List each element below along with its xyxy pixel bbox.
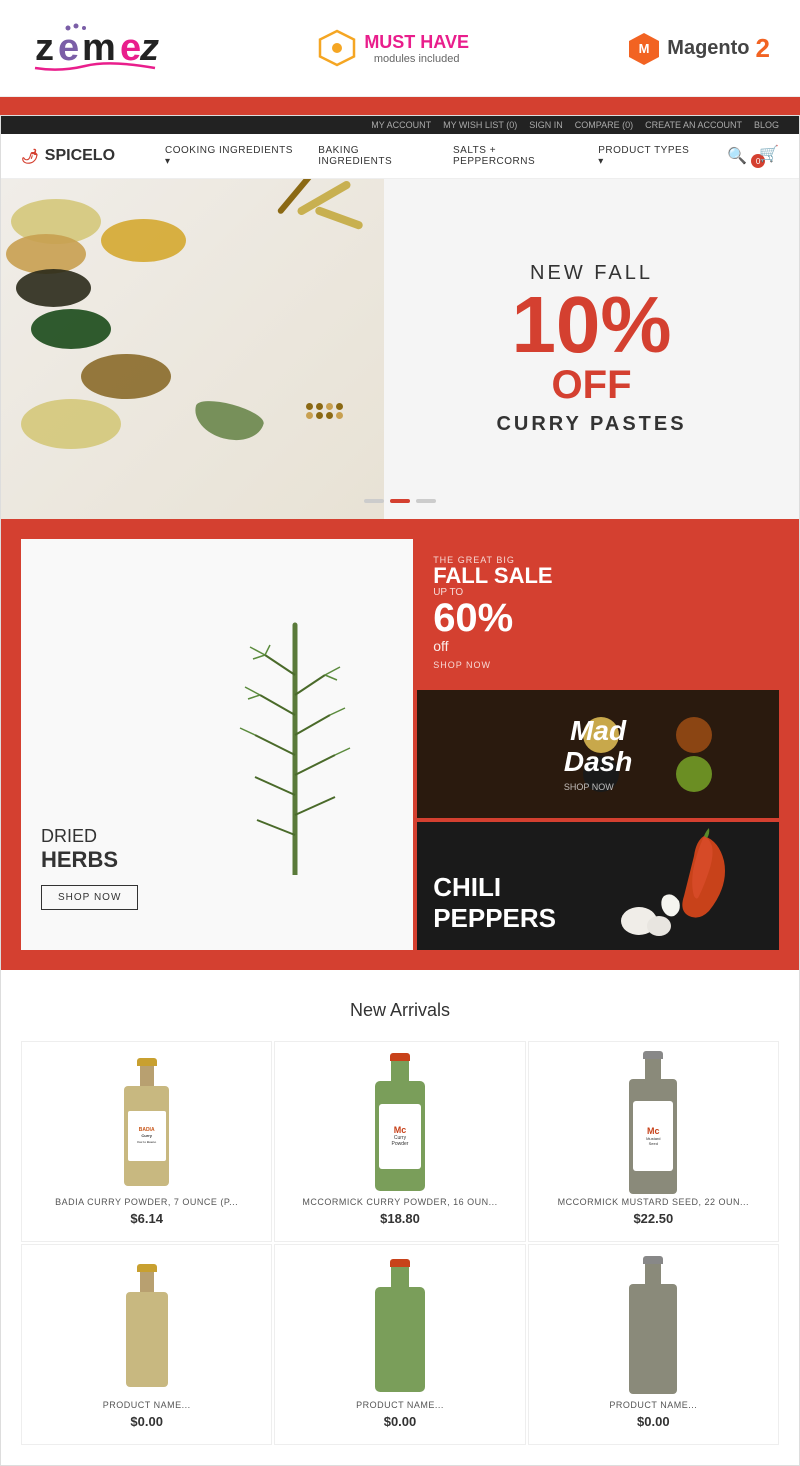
product-card-2[interactable]: Mc CurryPowder MCCORMICK CURRY POWDER, 1… xyxy=(274,1041,525,1242)
product-price-5: $0.00 xyxy=(290,1414,509,1429)
product-price-1: $6.14 xyxy=(37,1211,256,1226)
fall-sale-title: FALL SALE xyxy=(433,565,763,587)
hero-percent: 10% xyxy=(511,285,671,365)
fall-sale-promo[interactable]: THE GREAT BIG FALL SALE UP TO 60% off SH… xyxy=(417,539,779,686)
spice-circle-2 xyxy=(676,717,712,753)
dried-herbs-cta[interactable]: SHOP NOW xyxy=(41,885,138,910)
herb-decoration xyxy=(187,539,403,950)
products-grid-row1: BADIACurryCuz lo Bueno BADIA CURRY POWDE… xyxy=(21,1041,779,1242)
svg-text:z: z xyxy=(139,27,159,69)
promo-right: THE GREAT BIG FALL SALE UP TO 60% off SH… xyxy=(417,539,779,950)
product-image-5 xyxy=(290,1260,509,1390)
products-grid-row2: PRODUCT NAME... $0.00 PRODUCT NAME... $0… xyxy=(21,1244,779,1445)
product-image-4 xyxy=(37,1260,256,1390)
hero-spices-image xyxy=(1,179,384,519)
product-name-6: PRODUCT NAME... xyxy=(544,1400,763,1410)
product-price-6: $0.00 xyxy=(544,1414,763,1429)
search-icon[interactable]: 🔍 xyxy=(727,146,747,166)
zemes-logo[interactable]: z e m e z xyxy=(30,18,160,78)
nav-links: COOKING INGREDIENTS ▾ BAKING INGREDIENTS… xyxy=(165,145,697,167)
hero-text: NEW FALL 10% OFF CURRY PASTES xyxy=(384,222,799,476)
new-arrivals-title: New Arrivals xyxy=(21,1000,779,1021)
product-card-1[interactable]: BADIACurryCuz lo Bueno BADIA CURRY POWDE… xyxy=(21,1041,272,1242)
product-image-6 xyxy=(544,1260,763,1390)
fall-sale-percent: 60% xyxy=(433,598,763,638)
product-card-6[interactable]: PRODUCT NAME... $0.00 xyxy=(528,1244,779,1445)
topbar-sign-in[interactable]: SIGN IN xyxy=(529,120,563,130)
product-card-3[interactable]: Mc MustardSeed MCCORMICK MUSTARD SEED, 2… xyxy=(528,1041,779,1242)
store-logo[interactable]: 🌶 SPICELO xyxy=(21,147,115,165)
topbar-create-account[interactable]: CREATE AN ACCOUNT xyxy=(645,120,742,130)
bottle-5 xyxy=(375,1259,425,1392)
product-name-5: PRODUCT NAME... xyxy=(290,1400,509,1410)
hero-dot-3[interactable] xyxy=(416,499,436,503)
product-image-1: BADIACurryCuz lo Bueno xyxy=(37,1057,256,1187)
product-image-2: Mc CurryPowder xyxy=(290,1057,509,1187)
promo-section: DRIED HERBS SHOP NOW xyxy=(1,519,799,970)
hero-banner: NEW FALL 10% OFF CURRY PASTES xyxy=(1,179,799,519)
chili-text: CHILI PEPPERS xyxy=(433,872,556,934)
cart-icon[interactable]: 🛒 xyxy=(759,146,779,163)
product-price-4: $0.00 xyxy=(37,1414,256,1429)
topbar-my-account[interactable]: MY ACCOUNT xyxy=(371,120,431,130)
hero-off: OFF xyxy=(424,365,759,405)
hero-dots xyxy=(364,499,436,503)
product-card-4[interactable]: PRODUCT NAME... $0.00 xyxy=(21,1244,272,1445)
must-have-badge: MUST HAVE modules included xyxy=(318,29,469,67)
mad-dash-cta[interactable]: SHOP NOW xyxy=(564,782,632,792)
svg-text:z: z xyxy=(35,27,54,69)
bottle-4 xyxy=(126,1264,168,1387)
hero-dot-2[interactable] xyxy=(390,499,410,503)
new-arrivals-section: New Arrivals BADIACurryCuz lo Bueno xyxy=(1,970,799,1465)
magento-logo: M Magento 2 xyxy=(627,31,770,65)
hero-product: CURRY PASTES xyxy=(424,413,759,436)
product-name-2: MCCORMICK CURRY POWDER, 16 OUN... xyxy=(290,1197,509,1207)
chili-icon: 🌶 xyxy=(21,148,39,165)
svg-text:M: M xyxy=(639,41,650,56)
product-name-3: MCCORMICK MUSTARD SEED, 22 OUN... xyxy=(544,1197,763,1207)
bottle-3: Mc MustardSeed xyxy=(629,1051,677,1194)
chili-decoration xyxy=(588,822,769,950)
bottle-2: Mc CurryPowder xyxy=(375,1053,425,1191)
top-banner: z e m e z MUST HAVE modules included xyxy=(0,0,800,97)
topbar-blog[interactable]: BLOG xyxy=(754,120,779,130)
mad-dash-promo[interactable]: Mad Dash SHOP NOW xyxy=(417,690,779,818)
cart-wrapper[interactable]: 🛒 0 xyxy=(759,144,779,168)
bottle-6 xyxy=(629,1256,677,1394)
promo-grid: DRIED HERBS SHOP NOW xyxy=(21,539,779,950)
nav-salts[interactable]: SALTS + PEPPERCORNS xyxy=(453,145,580,167)
hero-dot-1[interactable] xyxy=(364,499,384,503)
store-wrapper: MY ACCOUNT MY WISH LIST (0) SIGN IN COMP… xyxy=(0,115,800,1466)
svg-text:e: e xyxy=(58,27,79,69)
chili-peppers-promo[interactable]: CHILI PEPPERS xyxy=(417,822,779,950)
fall-sale-cta[interactable]: SHOP NOW xyxy=(433,660,763,670)
product-name-1: BADIA CURRY POWDER, 7 OUNCE (P... xyxy=(37,1197,256,1207)
bottle-1: BADIACurryCuz lo Bueno xyxy=(124,1058,169,1186)
red-stripe xyxy=(0,97,800,115)
dried-herbs-title: DRIED HERBS xyxy=(41,826,138,873)
product-card-5[interactable]: PRODUCT NAME... $0.00 xyxy=(274,1244,525,1445)
nav-icons: 🔍 🛒 0 xyxy=(727,144,779,168)
product-name-4: PRODUCT NAME... xyxy=(37,1400,256,1410)
mad-dash-text: Mad Dash xyxy=(564,716,632,778)
product-price-2: $18.80 xyxy=(290,1211,509,1226)
nav-cooking[interactable]: COOKING INGREDIENTS ▾ xyxy=(165,145,300,167)
dried-herbs-promo[interactable]: DRIED HERBS SHOP NOW xyxy=(21,539,413,950)
store-topbar: MY ACCOUNT MY WISH LIST (0) SIGN IN COMP… xyxy=(1,116,799,134)
spice-circle-4 xyxy=(676,756,712,792)
nav-product-types[interactable]: PRODUCT TYPES ▾ xyxy=(598,145,697,167)
dried-herbs-text: DRIED HERBS SHOP NOW xyxy=(41,826,138,910)
store-nav: 🌶 SPICELO COOKING INGREDIENTS ▾ BAKING I… xyxy=(1,134,799,179)
fall-sale-off: off xyxy=(433,638,763,654)
topbar-wish-list[interactable]: MY WISH LIST (0) xyxy=(443,120,517,130)
product-price-3: $22.50 xyxy=(544,1211,763,1226)
product-image-3: Mc MustardSeed xyxy=(544,1057,763,1187)
nav-baking[interactable]: BAKING INGREDIENTS xyxy=(318,145,435,167)
topbar-compare[interactable]: COMPARE (0) xyxy=(575,120,633,130)
